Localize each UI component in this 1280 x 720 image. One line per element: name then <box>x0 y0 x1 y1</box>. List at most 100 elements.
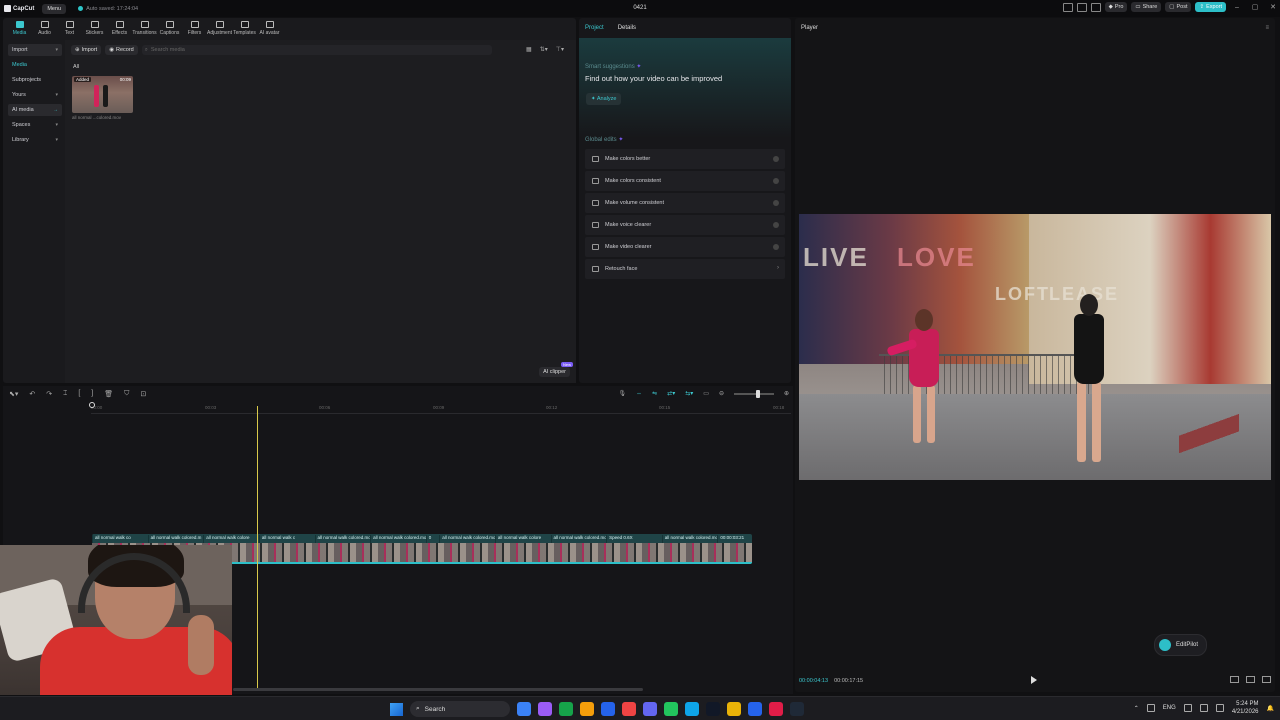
copilot-icon[interactable] <box>538 702 552 716</box>
lightroom-icon[interactable] <box>748 702 762 716</box>
sidebar-item-import[interactable]: Import ▾ <box>8 44 62 56</box>
video-preview[interactable]: LIVE LOVE LOFT LEASE <box>799 214 1271 480</box>
file-explorer-icon[interactable] <box>622 702 636 716</box>
sort-icon[interactable]: ⇅▾ <box>540 46 548 53</box>
sidebar-item-ai-media[interactable]: AI media → <box>8 104 62 116</box>
speed-label[interactable]: Speed 0.6X <box>606 535 662 543</box>
redo-icon[interactable]: ↷ <box>46 390 52 398</box>
task-view-icon[interactable] <box>517 702 531 716</box>
split-icon[interactable]: ⌶ <box>63 390 67 398</box>
media-clip-thumbnail[interactable]: Added 00:09 <box>72 76 133 113</box>
link-icon[interactable]: ⇔ <box>636 391 642 397</box>
clip-label[interactable]: all normal walk colored.mov <box>550 535 606 543</box>
capcut-taskbar-icon[interactable] <box>790 702 804 716</box>
telegram-icon[interactable] <box>706 702 720 716</box>
tab-media[interactable]: Media <box>7 18 32 36</box>
crop-icon[interactable]: ⊡ <box>140 390 146 398</box>
timeline-scrollbar[interactable] <box>233 688 643 691</box>
undo-icon[interactable]: ↶ <box>29 390 35 398</box>
clip-label[interactable]: all normal walk co <box>92 535 148 543</box>
volume-icon[interactable] <box>1199 704 1208 712</box>
sidebar-item-subprojects[interactable]: Subprojects <box>8 74 62 86</box>
tab-templates[interactable]: Templates <box>232 18 257 36</box>
wifi-icon[interactable] <box>1183 704 1192 712</box>
battery-icon[interactable] <box>1215 704 1224 712</box>
tab-adjustment[interactable]: Adjustment <box>207 18 232 36</box>
player-menu-icon[interactable]: ≡ <box>1265 25 1269 31</box>
captions-toggle-icon[interactable]: ▭ <box>703 390 709 397</box>
clip-label[interactable]: all normal walk colored.m <box>147 535 204 543</box>
layout-icon[interactable] <box>1062 2 1073 12</box>
ratio-icon[interactable] <box>1230 676 1239 683</box>
chevron-up-icon[interactable]: ⌃ <box>1134 705 1139 712</box>
sidebar-item-library[interactable]: Library ▾ <box>8 134 62 146</box>
tab-details[interactable]: Details <box>618 25 636 31</box>
toggle-indicator[interactable] <box>773 222 779 228</box>
minimize-icon[interactable]: – <box>1230 4 1244 11</box>
language-indicator[interactable]: ENG <box>1163 705 1176 711</box>
media-search-input[interactable]: ⌕ Search media <box>141 45 492 55</box>
clip-label[interactable]: all normal walk colore <box>494 535 551 543</box>
tab-stickers[interactable]: Stickers <box>82 18 107 36</box>
delete-icon[interactable]: 🗑 <box>104 390 113 398</box>
close-icon[interactable]: ✕ <box>1266 3 1280 11</box>
clip-label[interactable]: all normal walk colored.mov <box>661 535 717 543</box>
clip-label[interactable]: all normal walk colored.mov <box>370 535 426 543</box>
settings-icon[interactable] <box>1090 2 1101 12</box>
timeline-start-marker[interactable] <box>89 402 95 408</box>
notification-icon[interactable]: 🔔 <box>1267 705 1274 712</box>
zoom-out-icon[interactable]: ⊖ <box>719 390 724 397</box>
global-edit-volume-consistent[interactable]: Make volume consistent <box>585 193 785 213</box>
ai-clipper-button[interactable]: AI clipper New <box>539 362 573 377</box>
play-icon[interactable] <box>1031 676 1037 684</box>
snap-icon[interactable]: ⇋ <box>652 390 657 397</box>
tab-effects[interactable]: Effects <box>107 18 132 36</box>
opera-icon[interactable] <box>685 702 699 716</box>
record-button[interactable]: ◉ Record <box>105 45 138 55</box>
filter-all[interactable]: All <box>73 64 79 70</box>
clock[interactable]: 5:24 PM 4/21/2026 <box>1232 700 1259 716</box>
zoom-slider[interactable] <box>733 389 774 398</box>
toggle-indicator[interactable] <box>773 178 779 184</box>
menu-button[interactable]: Menu <box>42 3 67 14</box>
edge-icon[interactable] <box>580 702 594 716</box>
share-button[interactable]: ▭ Share <box>1131 2 1162 12</box>
toggle-indicator[interactable] <box>773 156 779 162</box>
zoom-in-icon[interactable]: ⊕ <box>784 390 789 397</box>
trim-right-icon[interactable]: ] <box>91 390 93 398</box>
zoom-slider-handle[interactable] <box>755 389 760 398</box>
grid-view-icon[interactable]: ▦ <box>526 46 532 53</box>
photoshop-icon[interactable] <box>727 702 741 716</box>
select-tool-icon[interactable]: ⬉▾ <box>9 390 18 398</box>
global-edit-video-clearer[interactable]: Make video clearer <box>585 237 785 257</box>
toggle-indicator[interactable] <box>773 244 779 250</box>
clip-label[interactable]: all normal walk colored.mov <box>314 535 370 543</box>
playhead[interactable] <box>257 406 258 688</box>
clip-label[interactable]: 0 <box>425 535 440 543</box>
pro-button[interactable]: ◆ Pro <box>1104 2 1128 12</box>
windows-start-icon[interactable] <box>390 702 403 716</box>
analyze-button[interactable]: ✦ Analyze <box>586 93 622 105</box>
aspect-icon[interactable] <box>1262 676 1271 683</box>
xbox-icon[interactable] <box>559 702 573 716</box>
tab-audio[interactable]: Audio <box>32 18 57 36</box>
outlook-icon[interactable] <box>601 702 615 716</box>
editpilot-button[interactable]: EditPilot <box>1154 634 1208 656</box>
fullscreen-icon[interactable] <box>1246 676 1255 683</box>
toggle-indicator[interactable] <box>773 200 779 206</box>
global-edit-colors-consistent[interactable]: Make colors consistent <box>585 171 785 191</box>
global-edit-voice-clearer[interactable]: Make voice clearer <box>585 215 785 235</box>
trim-left-icon[interactable]: [ <box>78 390 80 398</box>
tab-project[interactable]: Project <box>585 25 604 31</box>
chrome-icon[interactable] <box>664 702 678 716</box>
store-icon[interactable] <box>643 702 657 716</box>
shortcut-icon[interactable] <box>1076 2 1087 12</box>
import-button[interactable]: ⊕ Import <box>71 45 102 55</box>
clip-label[interactable]: all normal walk colore <box>203 535 259 543</box>
sidebar-item-spaces[interactable]: Spaces ▾ <box>8 119 62 131</box>
post-button[interactable]: ▢ Post <box>1165 2 1192 12</box>
timeline-ruler[interactable]: 00:00 00:03 00:06 00:09 00:12 00:15 00:1… <box>91 404 791 414</box>
maximize-icon[interactable]: ▢ <box>1248 3 1262 11</box>
premiere-icon[interactable] <box>769 702 783 716</box>
microphone-tray-icon[interactable] <box>1146 704 1155 712</box>
